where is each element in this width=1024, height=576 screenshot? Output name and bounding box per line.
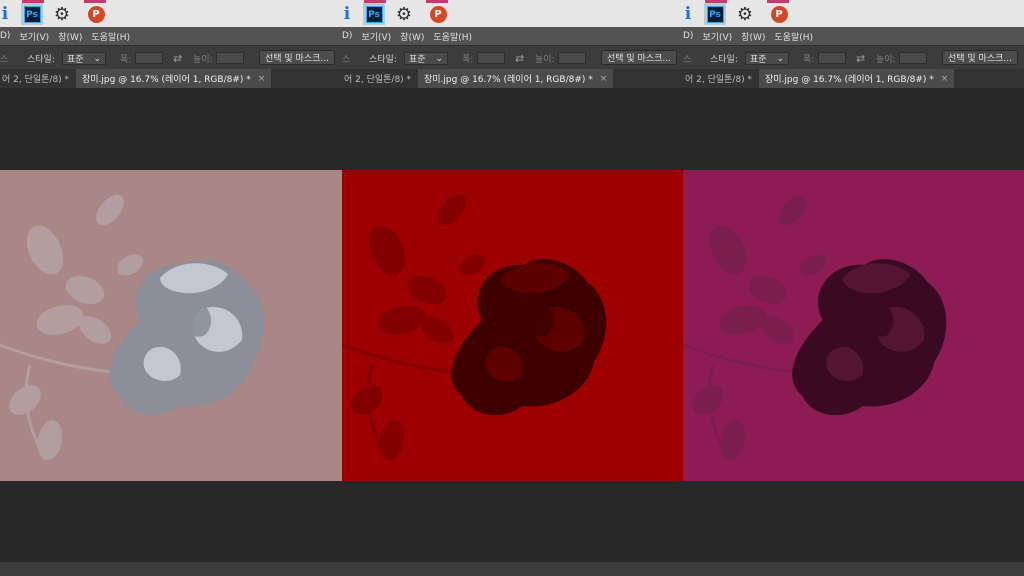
style-select[interactable]: 표준 ⌄ (62, 52, 106, 65)
document-tab-active[interactable]: 장미.jpg @ 16.7% (레이어 1, RGB/8#) * × (759, 69, 955, 88)
swap-icon[interactable]: ⇄ (856, 46, 865, 70)
document-tab-bar: 어 2, 단일톤/8) * × 장미.jpg @ 16.7% (레이어 1, R… (0, 69, 342, 88)
height-label: 높이: (876, 54, 896, 65)
menu-bar: D) 보기(V) 창(W) 도움말(H) (0, 27, 342, 45)
options-bar: 스 스타일: 표준 ⌄ 폭: ⇄ 높이: 선택 및 마스크... (683, 45, 1024, 70)
close-icon[interactable]: × (600, 74, 608, 84)
document-tab-active[interactable]: 장미.jpg @ 16.7% (레이어 1, RGB/8#) * × (76, 69, 272, 88)
menu-item-partial[interactable]: D) (0, 31, 10, 41)
taskbar: i Ps ⚙ P (342, 0, 684, 27)
info-icon[interactable]: i (683, 3, 693, 25)
document-tab-active[interactable]: 장미.jpg @ 16.7% (레이어 1, RGB/8#) * × (418, 69, 614, 88)
swap-icon[interactable]: ⇄ (173, 46, 182, 70)
swap-icon[interactable]: ⇄ (515, 46, 524, 70)
style-select-value: 표준 (409, 55, 426, 65)
menu-item-help[interactable]: 도움말(H) (433, 30, 472, 43)
menu-item-view[interactable]: 보기(V) (19, 30, 49, 43)
gear-icon[interactable]: ⚙ (735, 3, 755, 25)
status-bar (0, 562, 342, 576)
options-partial-label: 스 (683, 54, 692, 65)
style-select[interactable]: 표준 ⌄ (404, 52, 448, 65)
menu-item-window[interactable]: 창(W) (58, 30, 82, 43)
style-label: 스타일: (710, 54, 738, 65)
gear-icon[interactable]: ⚙ (52, 3, 72, 25)
style-label: 스타일: (27, 54, 55, 65)
photoshop-icon[interactable]: Ps (704, 3, 726, 25)
menu-item-window[interactable]: 창(W) (741, 30, 765, 43)
menu-item-help[interactable]: 도움말(H) (774, 30, 813, 43)
status-bar (342, 562, 684, 576)
document-tab-bar: 어 2, 단일톤/8) * × 장미.jpg @ 16.7% (레이어 1, R… (342, 69, 684, 88)
select-and-mask-button[interactable]: 선택 및 마스크... (942, 50, 1018, 65)
document-tab[interactable]: 어 2, 단일톤/8) * × (685, 69, 767, 88)
image-canvas[interactable] (342, 170, 684, 481)
taskbar: i Ps ⚙ P (683, 0, 1024, 27)
style-select-value: 표준 (750, 55, 767, 65)
powerpoint-icon[interactable]: P (768, 3, 790, 25)
options-bar: 스 스타일: 표준 ⌄ 폭: ⇄ 높이: 선택 및 마스크... (342, 45, 684, 70)
document-tab-label: 장미.jpg @ 16.7% (레이어 1, RGB/8#) * (82, 75, 251, 85)
select-and-mask-button[interactable]: 선택 및 마스크... (601, 50, 677, 65)
close-icon[interactable]: × (941, 74, 949, 84)
powerpoint-icon[interactable]: P (427, 3, 449, 25)
options-partial-label: 스 (0, 54, 9, 65)
width-label: 폭: (120, 54, 132, 65)
document-tab-bar: 어 2, 단일톤/8) * × 장미.jpg @ 16.7% (레이어 1, R… (683, 69, 1024, 88)
style-select-value: 표준 (67, 55, 84, 65)
chevron-down-icon: ⌄ (93, 53, 101, 64)
document-tab-label: 어 2, 단일톤/8) * (344, 75, 412, 85)
width-label: 폭: (803, 54, 815, 65)
rose-photo (342, 170, 684, 481)
rose-photo (0, 170, 342, 481)
info-icon[interactable]: i (0, 3, 10, 25)
rose-photo (683, 170, 1024, 481)
image-canvas[interactable] (683, 170, 1024, 481)
menu-item-window[interactable]: 창(W) (400, 30, 424, 43)
select-and-mask-button[interactable]: 선택 및 마스크... (259, 50, 335, 65)
photoshop-window-magenta-tone: i Ps ⚙ P D) 보기(V) 창(W) 도움말(H) 스 스타일: 표준 … (683, 0, 1024, 576)
menu-item-view[interactable]: 보기(V) (361, 30, 391, 43)
document-tab-label: 장미.jpg @ 16.7% (레이어 1, RGB/8#) * (765, 75, 934, 85)
width-field[interactable] (135, 52, 163, 64)
menu-bar: D) 보기(V) 창(W) 도움말(H) (683, 27, 1024, 45)
width-field[interactable] (477, 52, 505, 64)
style-select[interactable]: 표준 ⌄ (745, 52, 789, 65)
image-canvas[interactable] (0, 170, 342, 481)
menu-item-partial[interactable]: D) (683, 31, 693, 41)
powerpoint-icon[interactable]: P (85, 3, 107, 25)
height-field[interactable] (899, 52, 927, 64)
status-bar (683, 562, 1024, 576)
chevron-down-icon: ⌄ (435, 53, 443, 64)
menu-item-partial[interactable]: D) (342, 31, 352, 41)
height-label: 높이: (193, 54, 213, 65)
document-tab-label: 어 2, 단일톤/8) * (685, 75, 753, 85)
close-icon[interactable]: × (258, 74, 266, 84)
menu-bar: D) 보기(V) 창(W) 도움말(H) (342, 27, 684, 45)
style-label: 스타일: (369, 54, 397, 65)
photoshop-icon[interactable]: Ps (363, 3, 385, 25)
document-tab-label: 어 2, 단일톤/8) * (2, 75, 70, 85)
photoshop-window-red-tone: i Ps ⚙ P D) 보기(V) 창(W) 도움말(H) 스 스타일: 표준 … (342, 0, 684, 576)
height-field[interactable] (216, 52, 244, 64)
taskbar: i Ps ⚙ P (0, 0, 342, 27)
document-tab[interactable]: 어 2, 단일톤/8) * × (2, 69, 84, 88)
menu-item-help[interactable]: 도움말(H) (91, 30, 130, 43)
options-bar: 스 스타일: 표준 ⌄ 폭: ⇄ 높이: 선택 및 마스크... (0, 45, 342, 70)
photoshop-window-gray-tone: i Ps ⚙ P D) 보기(V) 창(W) 도움말(H) 스 스타일: 표준 … (0, 0, 342, 576)
photoshop-icon[interactable]: Ps (21, 3, 43, 25)
info-icon[interactable]: i (342, 3, 352, 25)
options-partial-label: 스 (342, 54, 351, 65)
width-label: 폭: (462, 54, 474, 65)
height-label: 높이: (535, 54, 555, 65)
height-field[interactable] (558, 52, 586, 64)
width-field[interactable] (818, 52, 846, 64)
document-tab-label: 장미.jpg @ 16.7% (레이어 1, RGB/8#) * (424, 75, 593, 85)
document-tab[interactable]: 어 2, 단일톤/8) * × (344, 69, 426, 88)
chevron-down-icon: ⌄ (776, 53, 784, 64)
gear-icon[interactable]: ⚙ (394, 3, 414, 25)
menu-item-view[interactable]: 보기(V) (702, 30, 732, 43)
